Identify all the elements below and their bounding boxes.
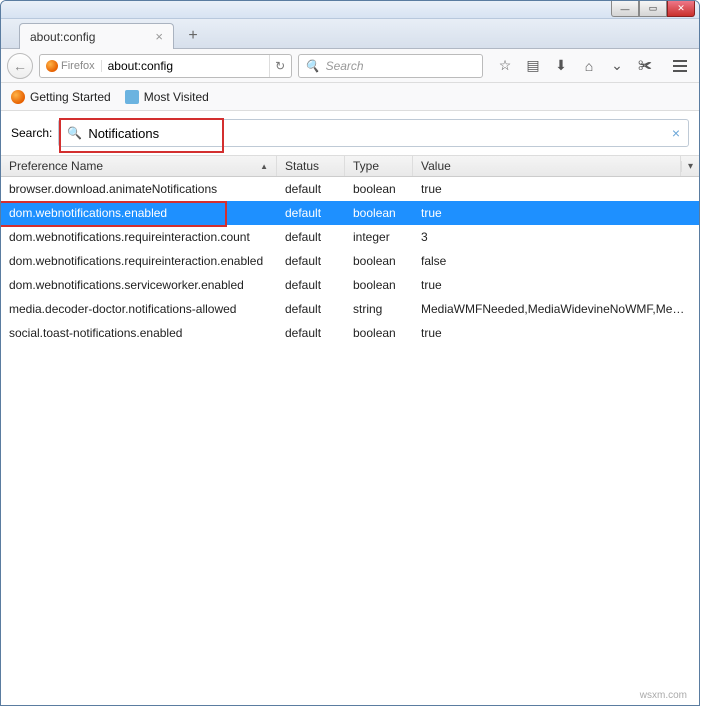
column-header-value[interactable]: Value <box>413 156 681 176</box>
close-tab-icon[interactable]: × <box>155 29 163 44</box>
table-row[interactable]: dom.webnotifications.requireinteraction.… <box>1 225 699 249</box>
cell-status: default <box>277 326 345 340</box>
firefox-icon <box>11 90 25 104</box>
nav-toolbar: ← Firefox ↻ 🔍 Search ☆ ▤ ⬇ ⌂ ⌄ ✀ <box>1 49 699 83</box>
library-icon[interactable]: ▤ <box>525 57 541 74</box>
cell-value: 3 <box>413 230 699 244</box>
cell-name: dom.webnotifications.requireinteraction.… <box>1 254 277 268</box>
cell-type: string <box>345 302 413 316</box>
table-row[interactable]: media.decoder-doctor.notifications-allow… <box>1 297 699 321</box>
bookmark-most-visited[interactable]: Most Visited <box>125 90 209 104</box>
cell-status: default <box>277 182 345 196</box>
cell-status: default <box>277 230 345 244</box>
cell-name: dom.webnotifications.serviceworker.enabl… <box>1 278 277 292</box>
table-row[interactable]: dom.webnotifications.enableddefaultboole… <box>1 201 699 225</box>
dev-tools-icon[interactable]: ✀ <box>637 57 653 74</box>
reload-icon[interactable]: ↻ <box>269 55 291 77</box>
column-header-status[interactable]: Status <box>277 156 345 176</box>
search-icon: 🔍 <box>67 126 82 140</box>
tab-title: about:config <box>30 30 95 44</box>
tab-strip: about:config × + <box>1 19 699 49</box>
table-row[interactable]: dom.webnotifications.requireinteraction.… <box>1 249 699 273</box>
identity-label: Firefox <box>61 60 95 72</box>
cell-value: false <box>413 254 699 268</box>
cell-value: MediaWMFNeeded,MediaWidevineNoWMF,Media.… <box>413 302 699 316</box>
column-header-name[interactable]: Preference Name ▲ <box>1 156 277 176</box>
cell-status: default <box>277 302 345 316</box>
browser-tab[interactable]: about:config × <box>19 23 174 49</box>
cell-type: boolean <box>345 326 413 340</box>
cell-name: social.toast-notifications.enabled <box>1 326 277 340</box>
config-search-row: Search: 🔍 × <box>1 111 699 155</box>
browser-window: — ▭ ✕ about:config × + ← Firefox ↻ 🔍 Sea… <box>0 0 700 706</box>
cell-type: integer <box>345 230 413 244</box>
url-bar[interactable]: Firefox ↻ <box>39 54 292 78</box>
cell-type: boolean <box>345 206 413 220</box>
folder-icon <box>125 90 139 104</box>
url-input[interactable] <box>102 59 269 73</box>
cell-value: true <box>413 206 699 220</box>
firefox-icon <box>46 60 58 72</box>
cell-value: true <box>413 182 699 196</box>
window-maximize-button[interactable]: ▭ <box>639 1 667 17</box>
bookmark-star-icon[interactable]: ☆ <box>497 57 513 74</box>
back-button[interactable]: ← <box>7 53 33 79</box>
new-tab-button[interactable]: + <box>180 24 206 48</box>
search-placeholder: Search <box>326 59 364 73</box>
column-picker-icon[interactable]: ▾ <box>681 161 699 172</box>
table-row[interactable]: browser.download.animateNotificationsdef… <box>1 177 699 201</box>
cell-status: default <box>277 206 345 220</box>
search-label: Search: <box>11 126 52 140</box>
cell-name: dom.webnotifications.requireinteraction.… <box>1 230 277 244</box>
bookmark-label: Getting Started <box>30 90 111 104</box>
table-row[interactable]: social.toast-notifications.enableddefaul… <box>1 321 699 345</box>
table-header: Preference Name ▲ Status Type Value ▾ <box>1 155 699 177</box>
cell-type: boolean <box>345 182 413 196</box>
config-search-input[interactable] <box>88 126 672 141</box>
menu-button[interactable] <box>667 60 693 72</box>
cell-status: default <box>277 278 345 292</box>
pocket-icon[interactable]: ⌄ <box>609 57 625 74</box>
cell-name: dom.webnotifications.enabled <box>1 206 277 220</box>
cell-value: true <box>413 326 699 340</box>
table-row[interactable]: dom.webnotifications.serviceworker.enabl… <box>1 273 699 297</box>
bookmark-getting-started[interactable]: Getting Started <box>11 90 111 104</box>
bookmark-label: Most Visited <box>144 90 209 104</box>
cell-type: boolean <box>345 278 413 292</box>
clear-search-icon[interactable]: × <box>672 125 680 141</box>
cell-name: browser.download.animateNotifications <box>1 182 277 196</box>
home-icon[interactable]: ⌂ <box>581 58 597 74</box>
watermark: wsxm.com <box>640 690 687 701</box>
sort-indicator-icon: ▲ <box>260 162 268 171</box>
downloads-icon[interactable]: ⬇ <box>553 57 569 74</box>
bookmarks-toolbar: Getting Started Most Visited <box>1 83 699 111</box>
cell-name: media.decoder-doctor.notifications-allow… <box>1 302 277 316</box>
cell-type: boolean <box>345 254 413 268</box>
search-bar[interactable]: 🔍 Search <box>298 54 483 78</box>
cell-value: true <box>413 278 699 292</box>
window-minimize-button[interactable]: — <box>611 1 639 17</box>
column-header-type[interactable]: Type <box>345 156 413 176</box>
toolbar-icons: ☆ ▤ ⬇ ⌂ ⌄ ✀ <box>489 57 661 74</box>
search-icon: 🔍 <box>305 59 320 73</box>
site-identity[interactable]: Firefox <box>40 60 102 72</box>
cell-status: default <box>277 254 345 268</box>
table-body: browser.download.animateNotificationsdef… <box>1 177 699 345</box>
window-close-button[interactable]: ✕ <box>667 1 695 17</box>
config-search-box[interactable]: 🔍 × <box>58 119 689 147</box>
window-titlebar: — ▭ ✕ <box>1 1 699 19</box>
